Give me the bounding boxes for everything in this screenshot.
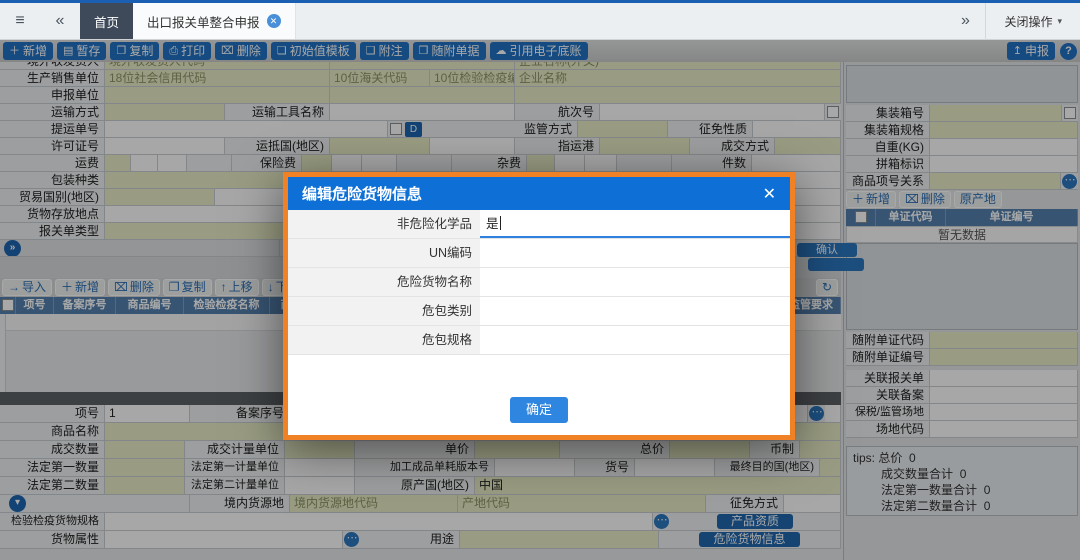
dg-name-input[interactable] — [480, 268, 790, 296]
row-un-code: UN编码 — [288, 239, 790, 268]
collapse-tabs-icon[interactable]: « — [40, 3, 80, 39]
row-dg-name: 危险货物名称 — [288, 268, 790, 297]
pack-spec-label: 危包规格 — [288, 326, 480, 354]
non-dangerous-label: 非危险化学品 — [288, 210, 480, 238]
pack-class-label: 危包类别 — [288, 297, 480, 325]
row-pack-class: 危包类别 — [288, 297, 790, 326]
un-code-input[interactable] — [480, 239, 790, 267]
row-non-dangerous: 非危险化学品 是 — [288, 210, 790, 239]
row-pack-spec: 危包规格 — [288, 326, 790, 355]
dialog-title: 编辑危险货物信息 — [302, 183, 422, 204]
tab-home[interactable]: 首页 — [80, 3, 133, 39]
expand-tabs-icon[interactable]: » — [945, 12, 985, 30]
non-dangerous-input[interactable]: 是 — [480, 210, 790, 238]
dialog-header[interactable]: 编辑危险货物信息 ✕ — [288, 177, 790, 210]
pack-spec-input[interactable] — [480, 326, 790, 354]
tab-bar: ≡ « 首页 出口报关单整合申报 ✕ » 关闭操作 ▾ — [0, 3, 1080, 40]
tab-home-label: 首页 — [94, 12, 119, 31]
pack-class-input[interactable] — [480, 297, 790, 325]
dialog-ok-button[interactable]: 确定 — [510, 397, 568, 423]
dg-name-label: 危险货物名称 — [288, 268, 480, 296]
close-operations-dropdown[interactable]: 关闭操作 ▾ — [986, 13, 1080, 30]
chevron-down-icon: ▾ — [1057, 16, 1062, 27]
dialog-close-icon[interactable]: ✕ — [763, 184, 776, 204]
text-cursor — [500, 216, 501, 230]
tab-doc-label: 出口报关单整合申报 — [147, 12, 260, 31]
close-operations-label: 关闭操作 — [1004, 13, 1052, 30]
un-code-label: UN编码 — [288, 239, 480, 267]
dangerous-goods-dialog: 编辑危险货物信息 ✕ 非危险化学品 是 UN编码 危险货物名称 危包类别 危包规… — [283, 172, 795, 440]
menu-icon[interactable]: ≡ — [0, 3, 40, 39]
tab-close-icon[interactable]: ✕ — [267, 14, 281, 28]
tab-export-declaration[interactable]: 出口报关单整合申报 ✕ — [133, 3, 296, 39]
